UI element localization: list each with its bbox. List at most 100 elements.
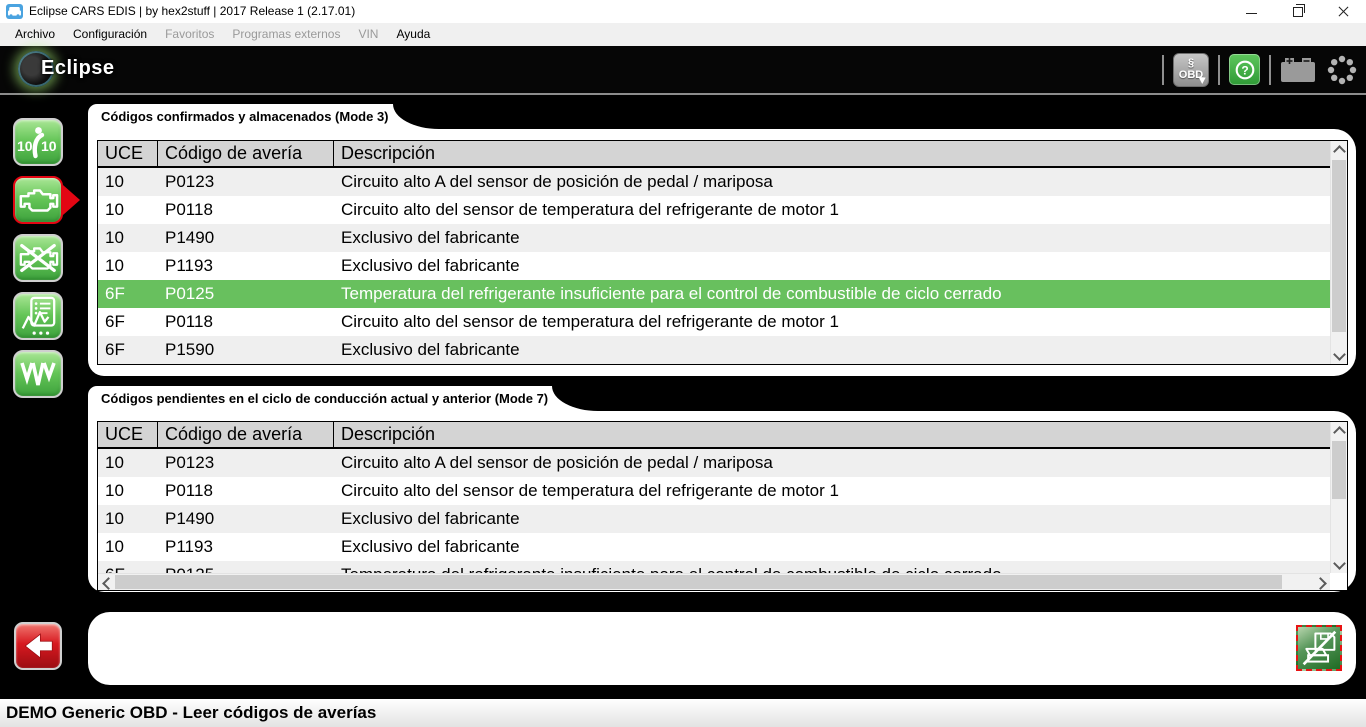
fault-code-row[interactable]: 10P0118Circuito alto del sensor de tempe… — [98, 477, 1330, 505]
sidebar-button-freeze-frame[interactable] — [13, 350, 63, 398]
fault-code-row[interactable]: 10P1193Exclusivo del fabricante — [98, 533, 1330, 561]
cell-desc: Exclusivo del fabricante — [334, 533, 1330, 561]
cell-desc: Circuito alto A del sensor de posición d… — [334, 168, 1330, 196]
scroll-down-button[interactable] — [1331, 347, 1347, 364]
column-header-desc: Descripción — [334, 141, 1330, 166]
cell-uce: 10 — [98, 252, 158, 280]
cell-uce: 10 — [98, 477, 158, 505]
cell-uce: 6F — [98, 561, 158, 573]
cell-desc: Temperatura del refrigerante insuficient… — [334, 561, 1330, 573]
menu-item-archivo[interactable]: Archivo — [6, 23, 64, 46]
cell-desc: Circuito alto del sensor de temperatura … — [334, 477, 1330, 505]
freeze-frame-icon — [16, 357, 60, 391]
cell-code: P1590 — [158, 336, 334, 364]
fault-code-row[interactable]: 6FP0118Circuito alto del sensor de tempe… — [98, 308, 1330, 336]
column-header-code: Código de avería — [158, 422, 334, 447]
fault-code-row[interactable]: 10P0123Circuito alto A del sensor de pos… — [98, 168, 1330, 196]
scroll-right-button[interactable] — [1313, 574, 1330, 590]
save-report-icon — [1300, 629, 1338, 667]
data-recorder-icon — [17, 296, 59, 336]
svg-text:10: 10 — [17, 138, 33, 154]
fault-code-row[interactable]: 6FP0125Temperatura del refrigerante insu… — [98, 561, 1330, 573]
horizontal-scrollbar[interactable] — [98, 573, 1330, 590]
panel-title: Códigos pendientes en el ciclo de conduc… — [88, 386, 552, 411]
cell-desc: Exclusivo del fabricante — [334, 336, 1330, 364]
cell-desc: Exclusivo del fabricante — [334, 252, 1330, 280]
toolbar-separator — [1269, 55, 1271, 85]
scroll-up-button[interactable] — [1331, 141, 1347, 158]
cell-code: P0118 — [158, 477, 334, 505]
window-titlebar: Eclipse CARS EDIS | by hex2stuff | 2017 … — [0, 0, 1366, 23]
check-engine-icon — [17, 185, 59, 215]
table-header: UCE Código de avería Descripción — [98, 422, 1330, 449]
cell-uce: 6F — [98, 308, 158, 336]
tab-confirmed-codes: Códigos confirmados y almacenados (Mode … — [88, 104, 393, 129]
cell-uce: 10 — [98, 533, 158, 561]
panel-pending-codes: UCE Código de avería Descripción 10P0123… — [88, 411, 1356, 592]
back-button[interactable] — [14, 622, 62, 670]
chevron-down-icon — [1333, 557, 1346, 570]
cell-code: P0123 — [158, 449, 334, 477]
minimize-icon — [1246, 13, 1257, 14]
panel-confirmed-codes: UCE Código de avería Descripción 10P0123… — [88, 129, 1356, 376]
obd-protocol-icon[interactable]: § OBD — [1173, 53, 1209, 87]
status-text: DEMO Generic OBD - Leer códigos de averí… — [0, 699, 1366, 727]
header-toolbar: § OBD ? — [1153, 46, 1358, 93]
column-header-desc: Descripción — [334, 422, 1330, 447]
close-button[interactable] — [1320, 0, 1366, 23]
panel-title: Códigos confirmados y almacenados (Mode … — [88, 104, 393, 129]
cell-code: P0118 — [158, 196, 334, 224]
engine-cross-icon — [17, 243, 59, 273]
back-arrow-icon — [19, 627, 57, 665]
window-controls — [1228, 0, 1366, 23]
fault-code-row[interactable]: 10P1490Exclusivo del fabricante — [98, 224, 1330, 252]
cell-desc: Exclusivo del fabricante — [334, 224, 1330, 252]
cell-code: P0123 — [158, 168, 334, 196]
minimize-button[interactable] — [1228, 0, 1274, 23]
cell-uce: 6F — [98, 280, 158, 308]
fault-code-row[interactable]: 6FP1590Exclusivo del fabricante — [98, 336, 1330, 364]
fault-code-row[interactable]: 10P0123Circuito alto A del sensor de pos… — [98, 449, 1330, 477]
restore-button[interactable] — [1274, 0, 1320, 23]
toolbar-separator — [1218, 55, 1220, 85]
sidebar-button-read-fault-codes[interactable] — [13, 176, 63, 224]
menu-item-programas-externos: Programas externos — [223, 23, 349, 46]
sidebar-button-live-data[interactable] — [13, 292, 63, 340]
scroll-up-button[interactable] — [1331, 422, 1347, 439]
logo-text: Eclipse — [41, 57, 115, 80]
column-header-code: Código de avería — [158, 141, 334, 166]
save-report-button[interactable] — [1296, 625, 1342, 671]
sidebar-button-im-readiness[interactable]: 10 10 — [13, 118, 63, 166]
cell-code: P1490 — [158, 224, 334, 252]
fault-code-row[interactable]: 10P1193Exclusivo del fabricante — [98, 252, 1330, 280]
menu-item-favoritos: Favoritos — [156, 23, 223, 46]
menu-item-ayuda[interactable]: Ayuda — [387, 23, 439, 46]
fault-code-table-mode7: UCE Código de avería Descripción 10P0123… — [97, 421, 1348, 591]
scrollbar-thumb[interactable] — [115, 575, 1282, 589]
chevron-left-icon — [102, 577, 115, 590]
cell-code: P1490 — [158, 505, 334, 533]
cell-code: P0125 — [158, 561, 334, 573]
cell-desc: Circuito alto del sensor de temperatura … — [334, 196, 1330, 224]
app-window: Eclipse CARS EDIS | by hex2stuff | 2017 … — [0, 0, 1366, 727]
scrollbar-thumb[interactable] — [1332, 160, 1346, 332]
fault-code-row[interactable]: 10P1490Exclusivo del fabricante — [98, 505, 1330, 533]
cell-code: P1193 — [158, 252, 334, 280]
column-header-uce: UCE — [98, 141, 158, 166]
fault-code-row[interactable]: 6FP0125Temperatura del refrigerante insu… — [98, 280, 1330, 308]
chevron-up-icon — [1333, 426, 1346, 439]
scrollbar-thumb[interactable] — [1332, 441, 1346, 499]
obd-help-icon[interactable]: ? — [1229, 54, 1260, 85]
scroll-down-button[interactable] — [1331, 556, 1347, 573]
scroll-left-button[interactable] — [98, 574, 115, 590]
menu-item-configuración[interactable]: Configuración — [64, 23, 156, 46]
fault-code-row[interactable]: 10P0118Circuito alto del sensor de tempe… — [98, 196, 1330, 224]
sidebar-button-clear-fault-codes[interactable] — [13, 234, 63, 282]
app-header: Eclipse § OBD ? — [0, 46, 1366, 95]
im-readiness-icon: 10 10 — [16, 123, 60, 161]
cell-desc: Circuito alto A del sensor de posición d… — [334, 449, 1330, 477]
vertical-scrollbar[interactable] — [1330, 422, 1347, 573]
spinner-dots-icon — [1326, 54, 1358, 86]
vertical-scrollbar[interactable] — [1330, 141, 1347, 364]
cell-uce: 6F — [98, 336, 158, 364]
